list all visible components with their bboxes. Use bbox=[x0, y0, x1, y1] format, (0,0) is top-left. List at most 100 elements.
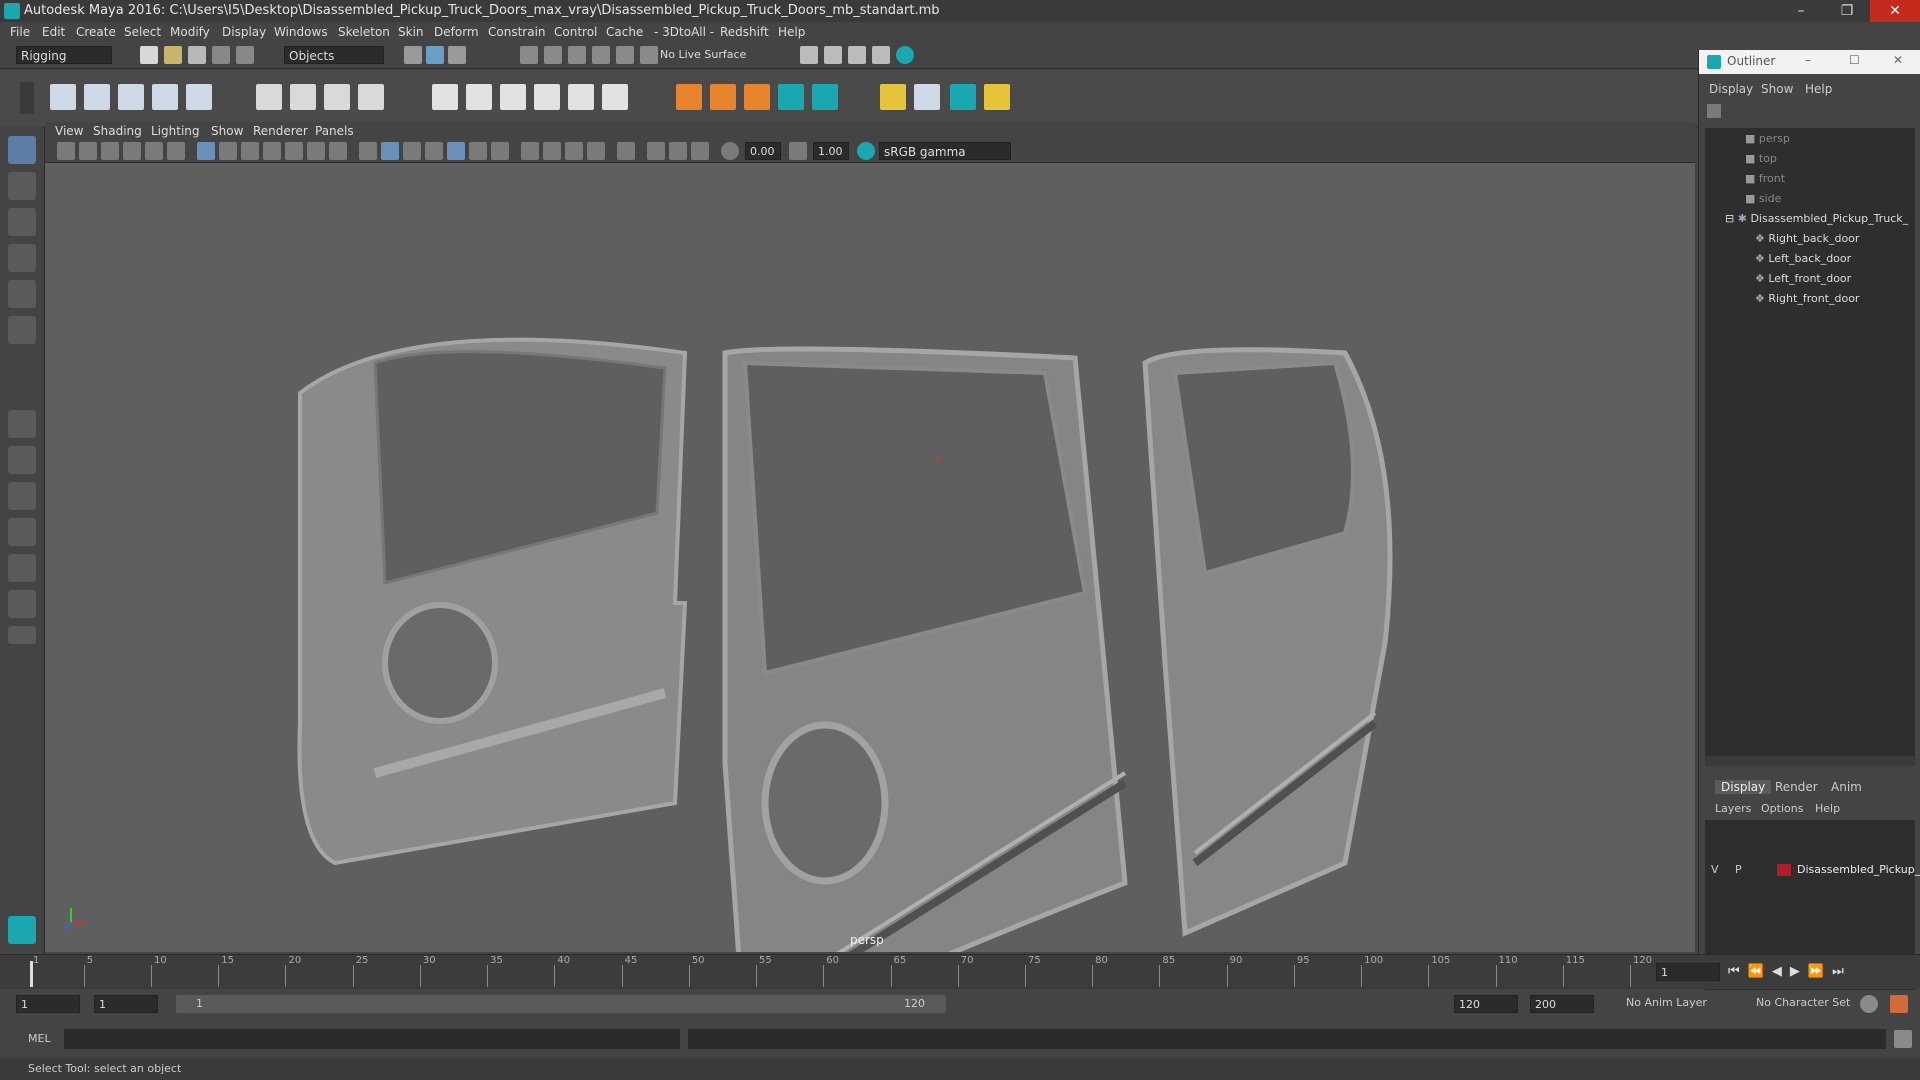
start-time-field[interactable]: 1 bbox=[16, 995, 80, 1013]
scale-constraint-icon[interactable] bbox=[534, 84, 560, 110]
ik-handle-icon[interactable] bbox=[84, 84, 110, 110]
field-chart-icon[interactable] bbox=[285, 142, 303, 160]
viewport-persp[interactable]: persp bbox=[45, 163, 1695, 952]
menu-edit[interactable]: Edit bbox=[42, 25, 65, 39]
time-ruler[interactable]: 1 5 10 15 20 25 30 35 40 45 50 55 60 65 70 75 80 85 90 95 10… bbox=[30, 955, 1652, 989]
aim-constraint-icon[interactable] bbox=[568, 84, 594, 110]
depth-of-field-icon[interactable] bbox=[669, 142, 687, 160]
anim-layer-dropdown[interactable]: No Anim Layer bbox=[1626, 996, 1707, 1009]
layer-menu-options[interactable]: Options bbox=[1761, 802, 1803, 815]
menu-skeleton[interactable]: Skeleton bbox=[338, 25, 390, 39]
scale-tool-icon[interactable] bbox=[8, 316, 36, 344]
command-language-label[interactable]: MEL bbox=[28, 1032, 51, 1045]
range-slider[interactable]: 1 120 bbox=[176, 995, 946, 1013]
xray-icon[interactable] bbox=[521, 142, 539, 160]
menu-display[interactable]: Display bbox=[222, 25, 266, 39]
exposure-icon[interactable] bbox=[721, 142, 739, 160]
make-live-icon[interactable] bbox=[640, 46, 658, 64]
current-frame-field[interactable]: 1 bbox=[1656, 963, 1720, 981]
menu-constrain[interactable]: Constrain bbox=[488, 25, 546, 39]
menu-3dtoall[interactable]: - 3DtoAll - bbox=[654, 25, 714, 39]
tree-item-right-back-door[interactable]: ❖ Right_back_door bbox=[1755, 230, 1859, 248]
menu-deform[interactable]: Deform bbox=[434, 25, 479, 39]
safe-action-icon[interactable] bbox=[307, 142, 325, 160]
menu-skin[interactable]: Skin bbox=[398, 25, 424, 39]
wire-on-shaded-icon[interactable] bbox=[425, 142, 443, 160]
outliner-restore[interactable]: ☐ bbox=[1849, 53, 1860, 67]
new-scene-icon[interactable] bbox=[140, 46, 158, 64]
paint-tool-icon[interactable] bbox=[880, 84, 906, 110]
layer-color-swatch[interactable] bbox=[1777, 864, 1791, 876]
outliner-filter-icon[interactable] bbox=[1707, 104, 1721, 118]
menu-control[interactable]: Control bbox=[554, 25, 597, 39]
pole-vector-icon[interactable] bbox=[602, 84, 628, 110]
rotate-tool-icon[interactable] bbox=[8, 280, 36, 308]
create-joint-icon[interactable] bbox=[50, 84, 76, 110]
gate-mask-icon[interactable] bbox=[263, 142, 281, 160]
panel-menu-view[interactable]: View bbox=[55, 124, 83, 138]
tree-item-right-front-door[interactable]: ❖ Right_front_door bbox=[1755, 290, 1859, 308]
tree-item-root[interactable]: ⊟ ✱ Disassembled_Pickup_Truck_ bbox=[1725, 210, 1908, 228]
sculpt-icon[interactable] bbox=[914, 84, 940, 110]
layer-tab-display[interactable]: Display bbox=[1715, 780, 1772, 794]
step-forward-icon[interactable]: ⏩ bbox=[1808, 964, 1832, 979]
menu-cache[interactable]: Cache bbox=[606, 25, 643, 39]
menu-file[interactable]: File bbox=[10, 25, 30, 39]
menu-modify[interactable]: Modify bbox=[170, 25, 210, 39]
menu-redshift[interactable]: Redshift bbox=[720, 25, 769, 39]
panel-menu-show[interactable]: Show bbox=[211, 124, 243, 138]
mirror-joint-icon[interactable] bbox=[152, 84, 178, 110]
selection-mode-dropdown[interactable]: Objects bbox=[284, 46, 384, 64]
point-constraint-icon[interactable] bbox=[466, 84, 492, 110]
script-m3-icon[interactable] bbox=[950, 84, 976, 110]
tree-item-left-front-door[interactable]: ❖ Left_front_door bbox=[1755, 270, 1851, 288]
minimize-button[interactable]: – bbox=[1778, 0, 1824, 22]
auto-key-icon[interactable] bbox=[1860, 995, 1878, 1013]
play-icon[interactable]: ▶ bbox=[1790, 964, 1808, 979]
layout-graph-icon[interactable] bbox=[8, 590, 36, 618]
parent-constraint-icon[interactable] bbox=[432, 84, 458, 110]
isolate-select-icon[interactable] bbox=[617, 142, 635, 160]
color-management-icon[interactable] bbox=[857, 142, 875, 160]
menu-select[interactable]: Select bbox=[124, 25, 161, 39]
layout-single-icon[interactable] bbox=[8, 410, 36, 438]
motion-blur-icon[interactable] bbox=[691, 142, 709, 160]
mode-dropdown[interactable]: Rigging bbox=[16, 46, 112, 64]
save-scene-icon[interactable] bbox=[188, 46, 206, 64]
2d-pan-icon[interactable] bbox=[145, 142, 163, 160]
outliner-close[interactable]: ✕ bbox=[1893, 53, 1903, 67]
tree-item-front[interactable]: ■ front bbox=[1745, 170, 1785, 188]
tree-item-side[interactable]: ■ side bbox=[1745, 190, 1781, 208]
layer-menu-layers[interactable]: Layers bbox=[1715, 802, 1751, 815]
snap-point-icon[interactable] bbox=[568, 46, 586, 64]
layout-more-icon[interactable] bbox=[8, 626, 36, 644]
menu-create[interactable]: Create bbox=[76, 25, 116, 39]
playback-end-field[interactable]: 120 bbox=[1454, 995, 1518, 1013]
ipr-render-icon[interactable] bbox=[848, 46, 866, 64]
go-to-start-icon[interactable]: ⏮ bbox=[1728, 964, 1748, 979]
outliner-minimize[interactable]: – bbox=[1805, 53, 1811, 67]
step-back-icon[interactable]: ◀ bbox=[1772, 964, 1790, 979]
outliner-menu-show[interactable]: Show bbox=[1761, 82, 1793, 96]
script-m-icon[interactable] bbox=[778, 84, 804, 110]
redo-icon[interactable] bbox=[236, 46, 254, 64]
bind-skin-icon[interactable] bbox=[256, 84, 282, 110]
step-back-key-icon[interactable]: ⏪ bbox=[1748, 964, 1772, 979]
layer-tab-render[interactable]: Render bbox=[1775, 780, 1818, 794]
tree-item-left-back-door[interactable]: ❖ Left_back_door bbox=[1755, 250, 1851, 268]
move-tool-icon[interactable] bbox=[8, 244, 36, 272]
script-editor-icon[interactable] bbox=[1894, 1030, 1912, 1048]
exposure-field[interactable]: 0.00 bbox=[745, 142, 781, 160]
tree-item-persp[interactable]: ■ persp bbox=[1745, 130, 1790, 148]
image-plane-icon[interactable] bbox=[123, 142, 141, 160]
snap-view-icon[interactable] bbox=[592, 46, 610, 64]
close-button[interactable]: ✕ bbox=[1870, 0, 1920, 22]
resolution-gate-icon[interactable] bbox=[241, 142, 259, 160]
camera-attr-icon[interactable] bbox=[79, 142, 97, 160]
undo-icon[interactable] bbox=[212, 46, 230, 64]
default-light-icon[interactable] bbox=[403, 142, 421, 160]
snap-curve-icon[interactable] bbox=[544, 46, 562, 64]
select-hierarchy-icon[interactable] bbox=[404, 46, 422, 64]
grid-icon[interactable] bbox=[197, 142, 215, 160]
script-m2-icon[interactable] bbox=[812, 84, 838, 110]
